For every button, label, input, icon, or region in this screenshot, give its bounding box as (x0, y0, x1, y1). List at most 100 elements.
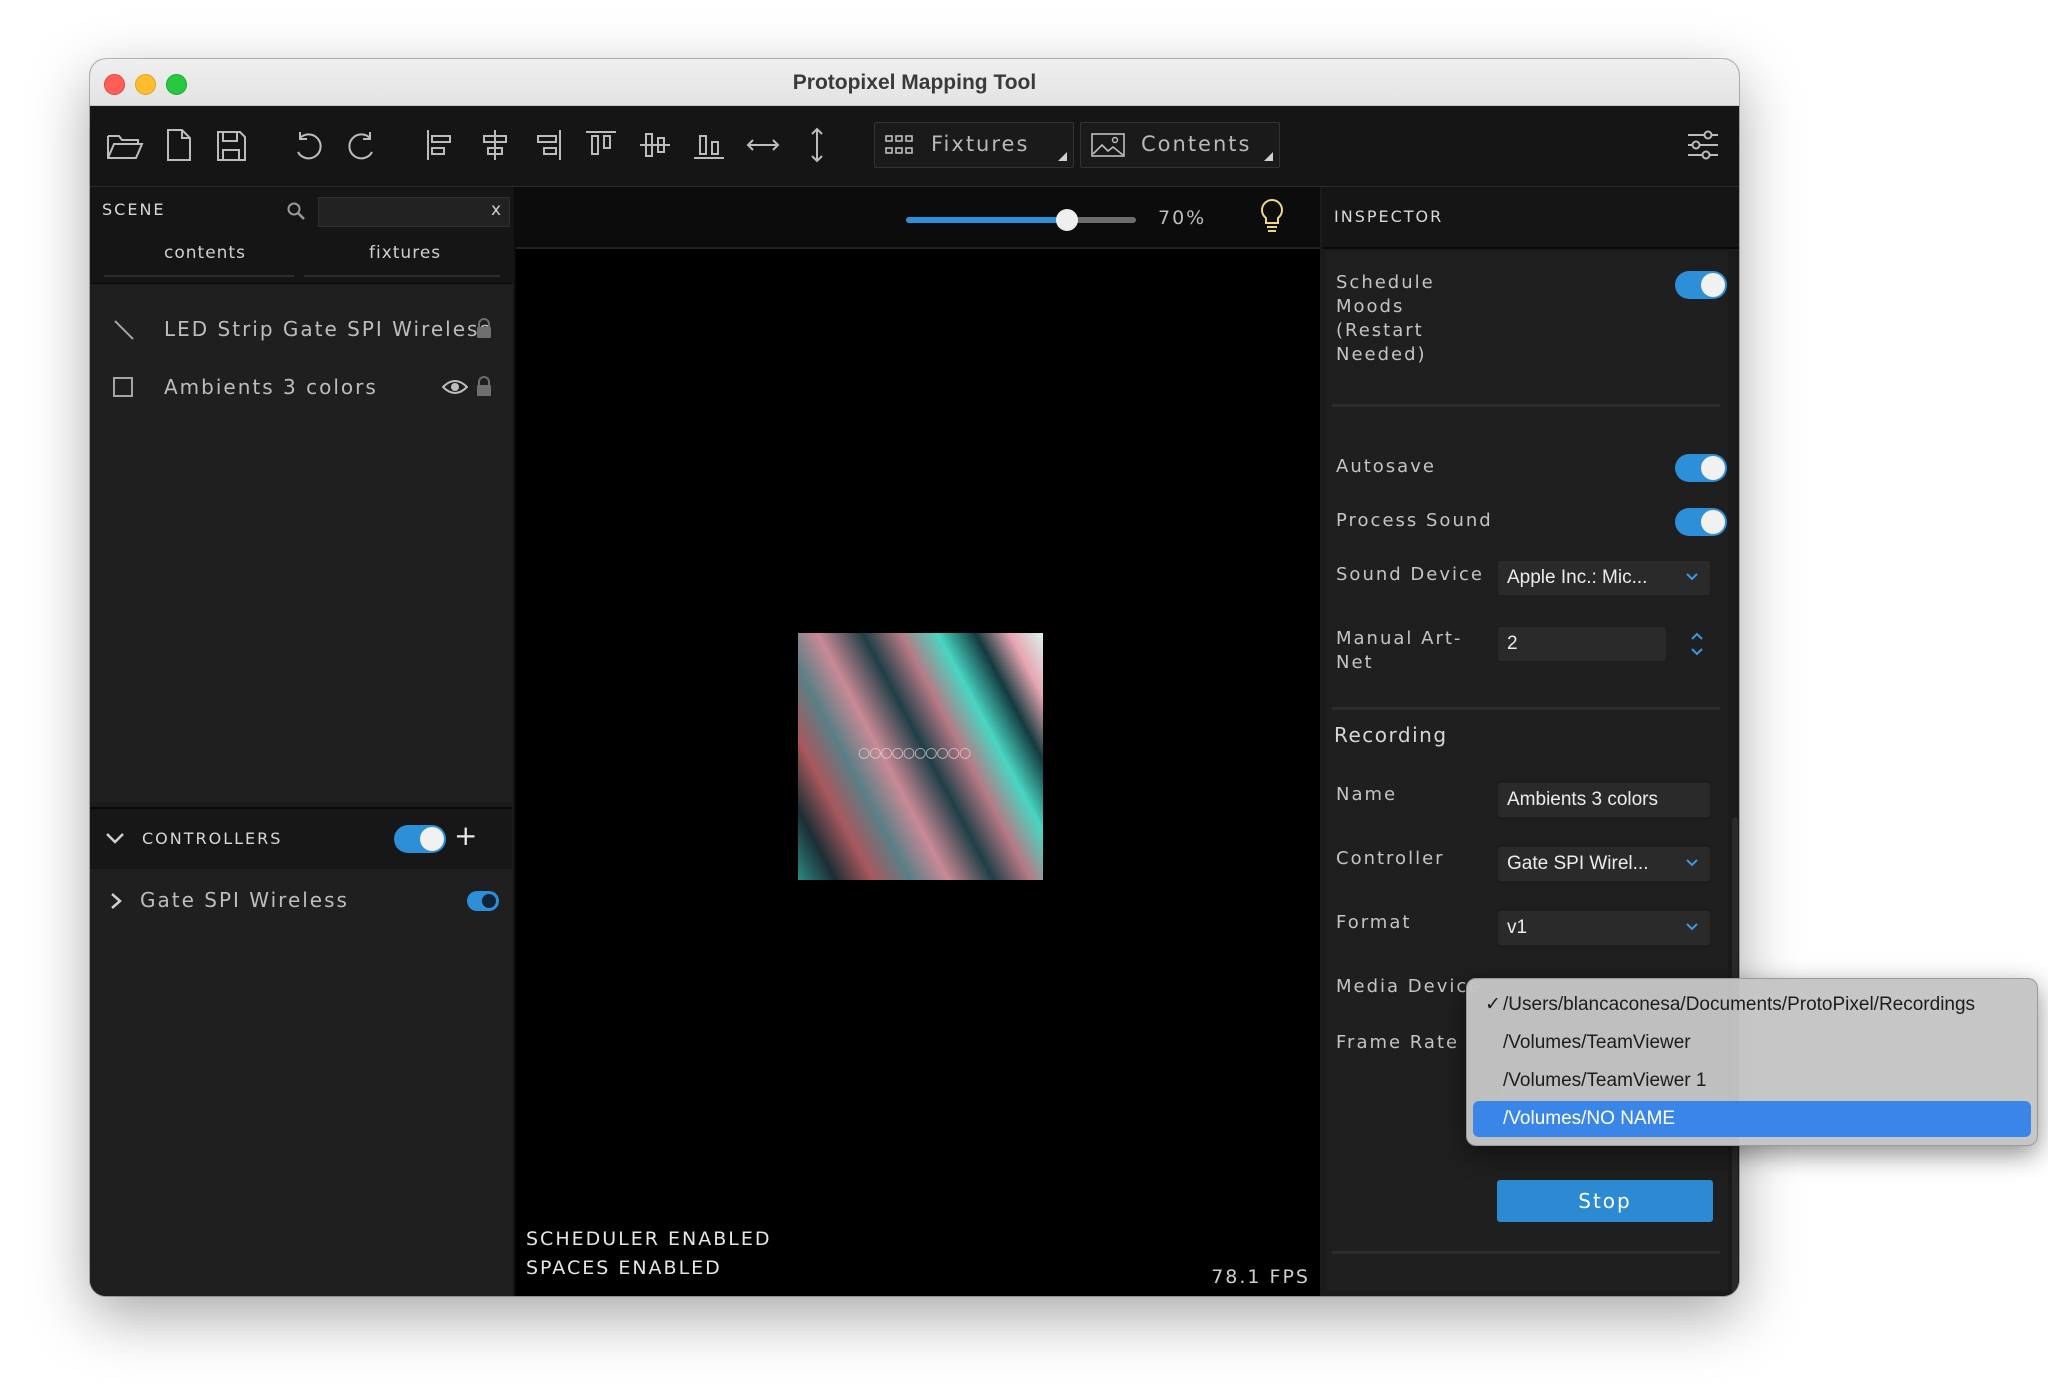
inspector-title: INSPECTOR (1334, 207, 1444, 226)
controllers-title: CONTROLLERS (142, 829, 283, 848)
menu-item-selected[interactable]: /Volumes/NO NAME (1473, 1101, 2031, 1137)
tab-fixtures[interactable]: fixtures (369, 243, 441, 263)
sound-device-value: Apple Inc.: Mic... (1507, 567, 1648, 588)
divider (1332, 1251, 1720, 1254)
search-icon (287, 202, 305, 220)
grid-icon (885, 135, 913, 154)
scene-search-input[interactable]: x (318, 197, 510, 227)
controller-value: Gate SPI Wirel... (1507, 853, 1649, 874)
scheduler-status: SCHEDULER ENABLED (526, 1228, 772, 1250)
align-top-icon[interactable] (580, 124, 622, 166)
list-item[interactable]: LED Strip Gate SPI Wireless (90, 302, 512, 358)
process-sound-label: Process Sound (1336, 510, 1493, 531)
toggle-knob (420, 827, 444, 851)
list-item[interactable]: Gate SPI Wireless (90, 873, 512, 929)
toggle-knob (1701, 273, 1725, 297)
controllers-header: CONTROLLERS + (90, 807, 512, 869)
chevron-down-icon (1686, 859, 1698, 867)
autosave-toggle[interactable] (1675, 454, 1727, 482)
title-bar: Protopixel Mapping Tool (90, 59, 1739, 106)
chevron-right-icon[interactable] (108, 891, 124, 911)
sound-device-label: Sound Device (1336, 564, 1484, 585)
zoom-slider-handle[interactable] (1056, 209, 1078, 231)
list-item[interactable]: Ambients 3 colors (90, 360, 512, 416)
square-content-icon (113, 377, 133, 397)
redo-icon[interactable] (340, 124, 382, 166)
stepper-arrows-icon[interactable] (1688, 627, 1706, 661)
process-sound-toggle[interactable] (1675, 508, 1727, 536)
schedule-moods-toggle[interactable] (1675, 271, 1727, 299)
undo-icon[interactable] (288, 124, 330, 166)
menu-item-label: /Volumes/TeamViewer (1503, 1032, 1691, 1053)
recording-name-input[interactable]: Ambients 3 colors (1498, 783, 1710, 817)
tab-contents[interactable]: contents (164, 243, 246, 263)
window-title: Protopixel Mapping Tool (792, 71, 1037, 94)
content-preview[interactable]: ○○○○○○○○○○ (798, 633, 1043, 880)
lock-icon[interactable] (475, 376, 493, 398)
controllers-list: Gate SPI Wireless (90, 869, 512, 1296)
fps-counter: 78.1 FPS (1211, 1266, 1310, 1288)
zoom-level: 70% (1158, 207, 1207, 229)
align-left-icon[interactable] (420, 124, 462, 166)
controller-select[interactable]: Gate SPI Wirel... (1498, 847, 1710, 881)
led-strip-preview: ○○○○○○○○○○ (858, 745, 971, 761)
inspector-header: INSPECTOR (1322, 187, 1739, 249)
spaces-status: SPACES ENABLED (526, 1257, 722, 1279)
tab-divider (304, 275, 500, 277)
checkmark-icon: ✓ (1485, 994, 1501, 1015)
frame-rate-label: Frame Rate (1336, 1032, 1460, 1053)
list-item-label: LED Strip Gate SPI Wireless (164, 317, 492, 341)
format-label: Format (1336, 912, 1412, 933)
align-center-vertical-icon[interactable] (634, 124, 676, 166)
toolbar: Fixtures Contents (90, 106, 1739, 187)
new-file-icon[interactable] (158, 124, 200, 166)
add-controller-button[interactable]: + (454, 819, 477, 852)
viewport-toolbar: 70% (516, 187, 1320, 249)
menu-item[interactable]: ✓ /Users/blancaconesa/Documents/ProtoPix… (1473, 987, 2031, 1023)
media-device-menu: ✓ /Users/blancaconesa/Documents/ProtoPix… (1466, 978, 2038, 1146)
open-folder-icon[interactable] (104, 124, 146, 166)
distribute-horizontal-icon[interactable] (742, 124, 784, 166)
line-fixture-icon (114, 320, 134, 340)
chevron-down-icon (1686, 923, 1698, 931)
menu-item[interactable]: /Volumes/TeamViewer 1 (1473, 1063, 2031, 1099)
canvas-viewport[interactable]: 70% ○○○○○○○○○○ SCHEDULER ENABLED SPACES … (516, 187, 1320, 1296)
fixtures-dropdown-label: Fixtures (931, 132, 1030, 156)
sound-device-select[interactable]: Apple Inc.: Mic... (1498, 561, 1710, 595)
zoom-slider[interactable] (906, 209, 1136, 231)
stop-button[interactable]: Stop (1497, 1180, 1713, 1222)
settings-sliders-icon[interactable] (1682, 124, 1724, 166)
zoom-slider-fill (906, 217, 1067, 223)
recording-name-value: Ambients 3 colors (1507, 789, 1659, 810)
save-icon[interactable] (210, 124, 252, 166)
divider (1332, 404, 1720, 407)
fixtures-dropdown[interactable]: Fixtures (874, 122, 1074, 168)
recording-name-label: Name (1336, 784, 1398, 805)
contents-dropdown[interactable]: Contents (1080, 122, 1280, 168)
format-value: v1 (1507, 917, 1528, 938)
lightbulb-icon[interactable] (1258, 197, 1286, 235)
controllers-toggle[interactable] (394, 825, 446, 853)
scene-title: SCENE (102, 200, 166, 219)
align-bottom-icon[interactable] (688, 124, 730, 166)
controller-toggle[interactable] (467, 891, 499, 911)
chevron-down-icon[interactable] (104, 829, 126, 847)
toggle-knob (482, 894, 496, 908)
distribute-vertical-icon[interactable] (796, 124, 838, 166)
list-item-label: Ambients 3 colors (164, 375, 378, 399)
manual-artnet-input[interactable]: 2 (1498, 627, 1666, 661)
menu-item[interactable]: /Volumes/TeamViewer (1473, 1025, 2031, 1061)
scene-list: LED Strip Gate SPI Wireless Ambients 3 c… (90, 283, 512, 802)
lock-icon[interactable] (475, 318, 493, 340)
chevron-down-icon (1686, 573, 1698, 581)
manual-artnet-label: Manual Art-Net (1336, 628, 1463, 673)
dropdown-corner-icon (1264, 152, 1273, 161)
divider (1332, 707, 1720, 710)
align-center-horizontal-icon[interactable] (474, 124, 516, 166)
align-right-icon[interactable] (526, 124, 568, 166)
eye-icon[interactable] (442, 378, 468, 396)
menu-item-label: /Volumes/TeamViewer 1 (1503, 1070, 1707, 1091)
format-select[interactable]: v1 (1498, 911, 1710, 945)
clear-search-button[interactable]: x (491, 200, 501, 220)
menu-item-label: /Users/blancaconesa/Documents/ProtoPixel… (1503, 994, 1976, 1015)
